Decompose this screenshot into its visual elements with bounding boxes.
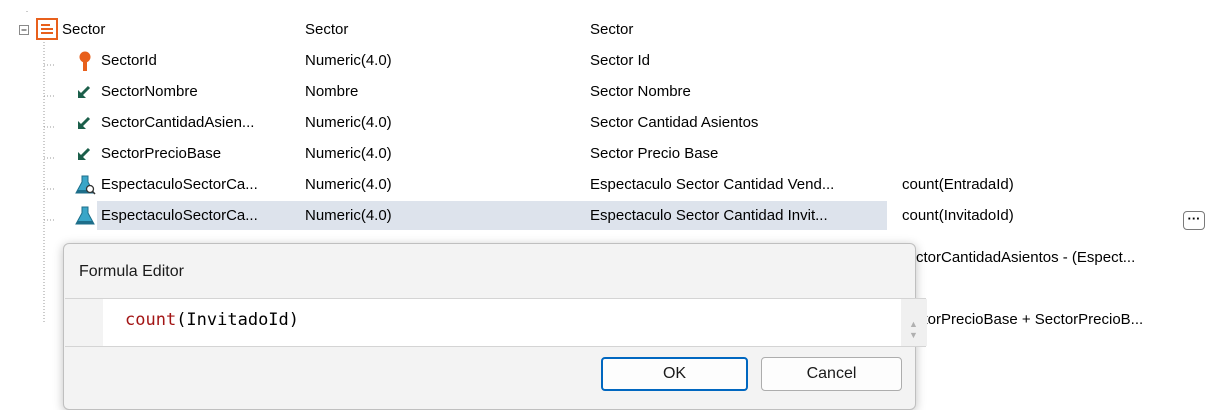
editor-scrollbar[interactable]: ▲ ▼	[901, 299, 927, 346]
attribute-type: Sector	[305, 21, 349, 38]
formula-editor-dialog: Formula Editor count(InvitadoId) ▲ ▼ OK …	[63, 243, 927, 410]
code-arguments: (InvitadoId)	[176, 310, 300, 330]
code-function: count	[125, 310, 177, 330]
editor-gutter	[65, 299, 103, 346]
attribute-formula: ctorPrecioBase + SectorPrecioB...	[916, 311, 1144, 328]
attribute-name: SectorPrecioBase	[101, 145, 222, 162]
attribute-name: SectorId	[101, 52, 157, 69]
attribute-type: Numeric(4.0)	[305, 176, 392, 193]
attribute-formula: count(EntradaId)	[902, 176, 1014, 193]
key-icon	[79, 51, 91, 71]
attribute-arrow-icon	[78, 147, 91, 160]
attribute-description: Sector Precio Base	[590, 145, 719, 162]
ok-button[interactable]: OK	[601, 357, 748, 391]
attribute-type: Numeric(4.0)	[305, 207, 392, 224]
tree-row-sectornombre[interactable]: SectorNombre Nombre Sector Nombre	[0, 76, 1210, 107]
attribute-formula: count(InvitadoId)	[902, 207, 1014, 224]
attribute-description: Sector Cantidad Asientos	[590, 114, 759, 131]
formula-code[interactable]: count(InvitadoId)	[125, 310, 299, 330]
transaction-icon	[36, 18, 58, 40]
attribute-name: SectorCantidadAsien...	[101, 114, 255, 131]
dialog-title: Formula Editor	[79, 263, 184, 280]
tree-row-espectaculosectorcantidadvendidas[interactable]: EspectaculoSectorCa... Numeric(4.0) Espe…	[0, 169, 1210, 200]
tree-row-sectorpreciobase[interactable]: SectorPrecioBase Numeric(4.0) Sector Pre…	[0, 138, 1210, 169]
tree-row-sectorcantidadasientos[interactable]: SectorCantidadAsien... Numeric(4.0) Sect…	[0, 107, 1210, 138]
attribute-arrow-icon	[78, 116, 91, 129]
attribute-type: Nombre	[305, 83, 359, 100]
formula-flask-search-icon	[75, 175, 96, 195]
attribute-type: Numeric(4.0)	[305, 145, 392, 162]
cancel-button[interactable]: Cancel	[761, 357, 902, 391]
attribute-name: Sector	[62, 21, 106, 38]
attribute-description: Espectaculo Sector Cantidad Vend...	[590, 176, 835, 193]
attribute-name: EspectaculoSectorCa...	[101, 207, 258, 224]
attribute-description: Espectaculo Sector Cantidad Invit...	[590, 207, 828, 224]
formula-ellipsis-button[interactable]: ···	[1183, 211, 1205, 230]
attribute-description: Sector Id	[590, 52, 651, 69]
tree-row-sectorid[interactable]: SectorId Numeric(4.0) Sector Id	[0, 45, 1210, 76]
attribute-type: Numeric(4.0)	[305, 52, 392, 69]
attribute-formula: ctorCantidadAsientos - (Espect...	[916, 249, 1136, 266]
formula-flask-icon	[75, 206, 95, 225]
scroll-up-icon[interactable]: ▲	[909, 319, 918, 329]
attribute-type: Numeric(4.0)	[305, 114, 392, 131]
tree-row-espectaculosectorcantidadinvitados[interactable]: EspectaculoSectorCa... Numeric(4.0) Espe…	[0, 200, 1210, 231]
attribute-description: Sector Nombre	[590, 83, 691, 100]
scroll-down-icon[interactable]: ▼	[909, 330, 918, 340]
attribute-description: Sector	[590, 21, 634, 38]
tree-row-sector[interactable]: Sector Sector Sector	[0, 14, 1210, 45]
attribute-name: EspectaculoSectorCa...	[101, 176, 258, 193]
attribute-name: SectorNombre	[101, 83, 198, 100]
attribute-arrow-icon	[78, 85, 91, 98]
formula-code-editor[interactable]: count(InvitadoId) ▲ ▼	[65, 298, 927, 347]
